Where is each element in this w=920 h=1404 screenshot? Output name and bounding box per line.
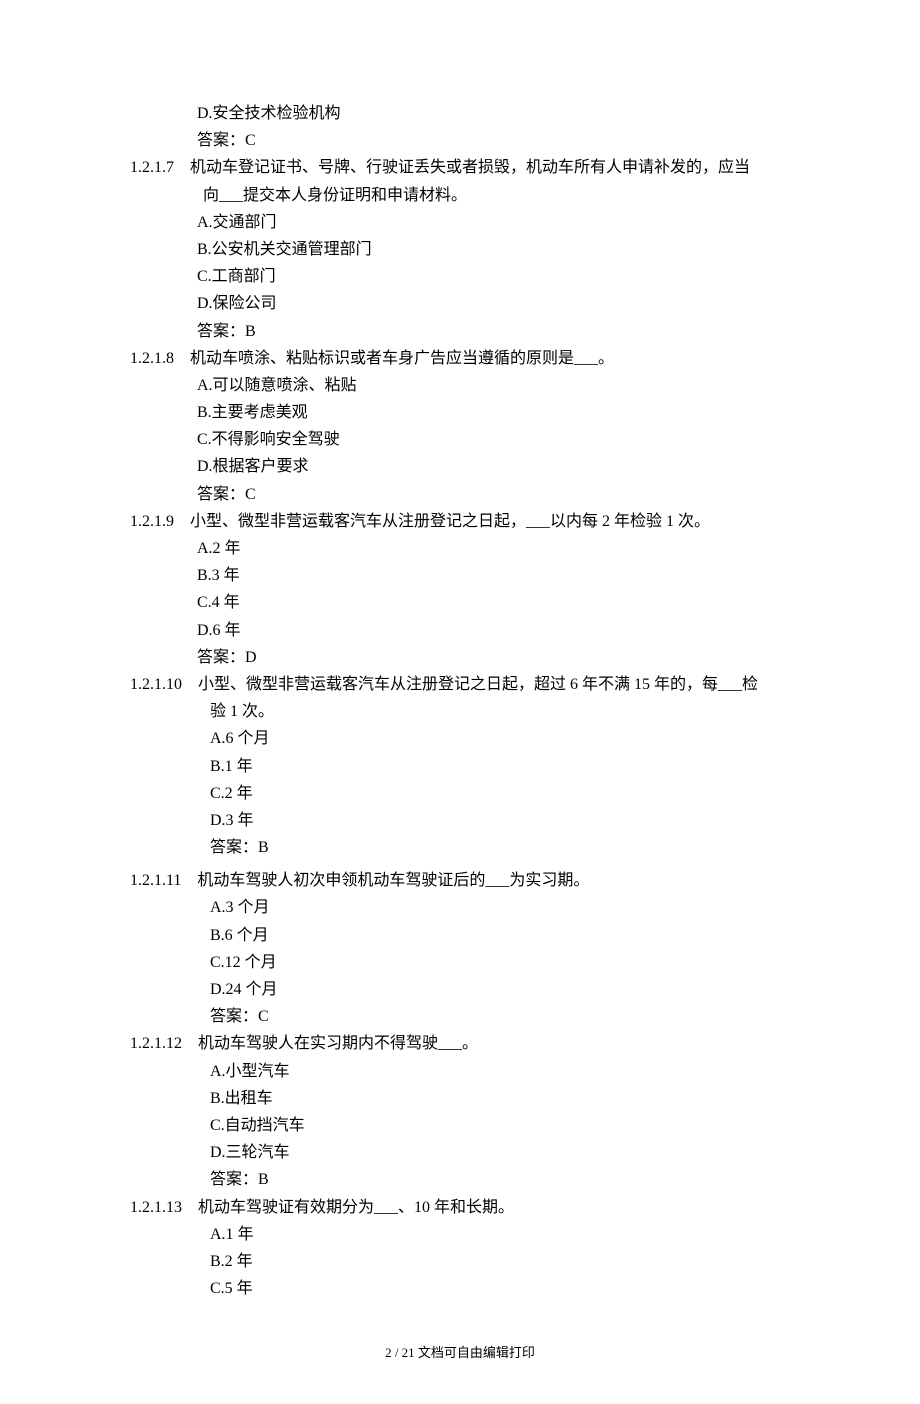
- question-text: 1.2.1.11 机动车驾驶人初次申领机动车驾驶证后的___为实习期。: [130, 867, 790, 894]
- option-c: C.不得影响安全驾驶: [130, 426, 790, 453]
- question-number: 1.2.1.9: [130, 513, 174, 530]
- question-number: 1.2.1.10: [130, 676, 182, 693]
- option-d: D.3 年: [130, 807, 790, 834]
- question-1-2-1-7: 1.2.1.7 机动车登记证书、号牌、行驶证丢失或者损毁，机动车所有人申请补发的…: [130, 154, 790, 344]
- option-b: B.3 年: [130, 562, 790, 589]
- question-body: 机动车驾驶人在实习期内不得驾驶___。: [198, 1035, 478, 1052]
- pre-answer: 答案：C: [130, 127, 790, 154]
- question-continuation: 向___提交本人身份证明和申请材料。: [130, 182, 790, 209]
- option-a: A.小型汽车: [130, 1058, 790, 1085]
- option-a: A.6 个月: [130, 725, 790, 752]
- option-a: A.1 年: [130, 1221, 790, 1248]
- option-c: C.5 年: [130, 1275, 790, 1302]
- question-body: 机动车喷涂、粘贴标识或者车身广告应当遵循的原则是___。: [190, 350, 614, 367]
- question-text: 1.2.1.9 小型、微型非营运载客汽车从注册登记之日起，___以内每 2 年检…: [130, 508, 790, 535]
- question-text: 1.2.1.12 机动车驾驶人在实习期内不得驾驶___。: [130, 1030, 790, 1057]
- pre-option-d: D.安全技术检验机构: [130, 100, 790, 127]
- option-b: B.公安机关交通管理部门: [130, 236, 790, 263]
- question-text: 1.2.1.10 小型、微型非营运载客汽车从注册登记之日起，超过 6 年不满 1…: [130, 671, 790, 698]
- answer: 答案：D: [130, 644, 790, 671]
- option-d: D.24 个月: [130, 976, 790, 1003]
- question-1-2-1-11: 1.2.1.11 机动车驾驶人初次申领机动车驾驶证后的___为实习期。 A.3 …: [130, 867, 790, 1030]
- question-number: 1.2.1.13: [130, 1199, 182, 1216]
- question-number: 1.2.1.12: [130, 1035, 182, 1052]
- question-text: 1.2.1.7 机动车登记证书、号牌、行驶证丢失或者损毁，机动车所有人申请补发的…: [130, 154, 790, 181]
- option-c: C.2 年: [130, 780, 790, 807]
- document-content: D.安全技术检验机构 答案：C 1.2.1.7 机动车登记证书、号牌、行驶证丢失…: [130, 100, 790, 1302]
- option-d: D.保险公司: [130, 290, 790, 317]
- option-b: B.主要考虑美观: [130, 399, 790, 426]
- question-continuation: 验 1 次。: [130, 698, 790, 725]
- question-body: 小型、微型非营运载客汽车从注册登记之日起，___以内每 2 年检验 1 次。: [190, 513, 710, 530]
- question-number: 1.2.1.8: [130, 350, 174, 367]
- question-number: 1.2.1.11: [130, 872, 181, 889]
- question-text: 1.2.1.8 机动车喷涂、粘贴标识或者车身广告应当遵循的原则是___。: [130, 345, 790, 372]
- question-1-2-1-10: 1.2.1.10 小型、微型非营运载客汽车从注册登记之日起，超过 6 年不满 1…: [130, 671, 790, 861]
- option-b: B.1 年: [130, 753, 790, 780]
- option-a: A.2 年: [130, 535, 790, 562]
- answer: 答案：B: [130, 834, 790, 861]
- page-footer: 2 / 21 文档可自由编辑打印: [130, 1342, 790, 1364]
- question-body: 机动车驾驶证有效期分为___、10 年和长期。: [198, 1199, 514, 1216]
- question-1-2-1-13: 1.2.1.13 机动车驾驶证有效期分为___、10 年和长期。 A.1 年 B…: [130, 1194, 790, 1303]
- option-d: D.三轮汽车: [130, 1139, 790, 1166]
- option-a: A.交通部门: [130, 209, 790, 236]
- option-d: D.6 年: [130, 617, 790, 644]
- question-body: 机动车驾驶人初次申领机动车驾驶证后的___为实习期。: [197, 872, 589, 889]
- option-d: D.根据客户要求: [130, 453, 790, 480]
- option-a: A.3 个月: [130, 894, 790, 921]
- question-1-2-1-9: 1.2.1.9 小型、微型非营运载客汽车从注册登记之日起，___以内每 2 年检…: [130, 508, 790, 671]
- question-body: 小型、微型非营运载客汽车从注册登记之日起，超过 6 年不满 15 年的，每___…: [198, 676, 758, 693]
- option-b: B.2 年: [130, 1248, 790, 1275]
- option-b: B.出租车: [130, 1085, 790, 1112]
- question-body: 机动车登记证书、号牌、行驶证丢失或者损毁，机动车所有人申请补发的，应当: [190, 159, 750, 176]
- question-number: 1.2.1.7: [130, 159, 174, 176]
- option-a: A.可以随意喷涂、粘贴: [130, 372, 790, 399]
- option-b: B.6 个月: [130, 922, 790, 949]
- answer: 答案：B: [130, 318, 790, 345]
- option-c: C.自动挡汽车: [130, 1112, 790, 1139]
- option-c: C.工商部门: [130, 263, 790, 290]
- answer: 答案：C: [130, 481, 790, 508]
- question-1-2-1-12: 1.2.1.12 机动车驾驶人在实习期内不得驾驶___。 A.小型汽车 B.出租…: [130, 1030, 790, 1193]
- answer: 答案：C: [130, 1003, 790, 1030]
- question-text: 1.2.1.13 机动车驾驶证有效期分为___、10 年和长期。: [130, 1194, 790, 1221]
- option-c: C.4 年: [130, 589, 790, 616]
- option-c: C.12 个月: [130, 949, 790, 976]
- answer: 答案：B: [130, 1166, 790, 1193]
- question-1-2-1-8: 1.2.1.8 机动车喷涂、粘贴标识或者车身广告应当遵循的原则是___。 A.可…: [130, 345, 790, 508]
